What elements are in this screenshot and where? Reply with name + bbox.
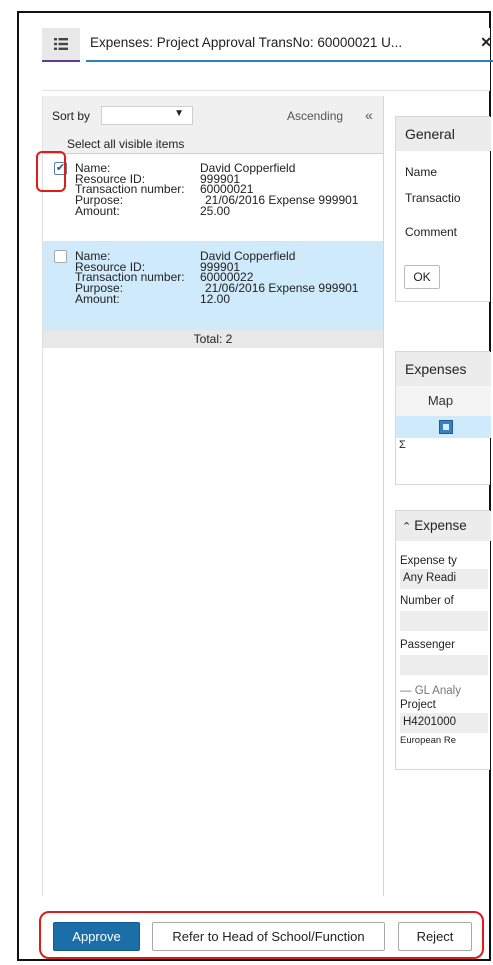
number-of-label: Number of [400,595,454,607]
collapse-pane-icon[interactable]: « [365,107,373,123]
list-item[interactable]: ✔ Name: Resource ID: Transaction number:… [43,154,383,242]
expense-type-label: Expense ty [400,555,457,567]
expense-type-field[interactable]: Any Readi [400,569,488,589]
item-amount: 25.00 [200,204,231,218]
map-column-header[interactable]: Map [396,386,491,416]
sort-bar: Sort by ▼ Ascending « [43,96,383,134]
expenses-panel: Expenses Map Σ [395,351,491,485]
dropdown-caret-icon: ▼ [174,108,184,119]
chevron-up-icon[interactable]: ⌃ [402,521,411,533]
detail-pane: General Name Transactio Comment OK Expen… [395,96,491,896]
approve-button[interactable]: Approve [53,922,140,951]
field-label: Amount: [75,204,120,218]
passenger-label: Passenger [400,639,455,651]
reject-button[interactable]: Reject [398,922,472,951]
sort-select[interactable]: ▼ [101,106,193,125]
general-header: General [396,117,491,151]
tab-title: Expenses: Project Approval TransNo: 6000… [90,35,403,50]
gl-analysis-text: GL Analy [414,685,461,697]
number-of-field[interactable] [400,611,488,631]
ok-button[interactable]: OK [404,265,440,289]
expense-details-title: Expense [414,518,467,533]
refer-button[interactable]: Refer to Head of School/Function [152,922,385,951]
name-label: Name [405,165,438,179]
field-label: Amount: [75,292,120,306]
project-description: European Re [400,735,456,746]
map-icon[interactable] [439,420,453,434]
ascending-toggle[interactable]: Ascending [287,109,343,123]
tab-bar: Expenses: Project Approval TransNo: 6000… [42,28,493,62]
checkbox-highlight-box [36,151,66,192]
item-checkbox[interactable] [54,250,67,263]
table-row[interactable] [396,416,491,438]
passenger-field[interactable] [400,655,488,675]
list-total: Total: 2 [43,330,383,348]
general-panel: General Name Transactio Comment OK [395,116,491,302]
list-item[interactable]: Name: Resource ID: Transaction number: P… [43,242,383,330]
expense-details-panel: ⌃ Expense Expense ty Any Readi Number of … [395,510,491,770]
approval-list-pane: Sort by ▼ Ascending « Select all visible… [42,96,384,896]
select-all-row[interactable]: Select all visible items [43,134,383,154]
comment-label: Comment [405,225,458,239]
transaction-label: Transactio [405,191,461,205]
project-field[interactable]: H4201000 [400,713,488,733]
expense-details-header[interactable]: ⌃ Expense [396,511,491,541]
gl-analysis-label: — GL Analy [400,685,461,697]
project-label: Project [400,699,436,711]
tab-expenses-project-approval[interactable]: Expenses: Project Approval TransNo: 6000… [86,28,493,62]
sort-label: Sort by [52,109,91,123]
item-amount: 12.00 [200,292,231,306]
sum-label: Σ [399,439,406,451]
toolbar [42,62,490,91]
menu-list-icon[interactable] [42,28,80,62]
close-icon[interactable]: ✕ [480,34,492,51]
select-all-label: Select all visible items [67,137,185,151]
expenses-header: Expenses [396,352,491,386]
